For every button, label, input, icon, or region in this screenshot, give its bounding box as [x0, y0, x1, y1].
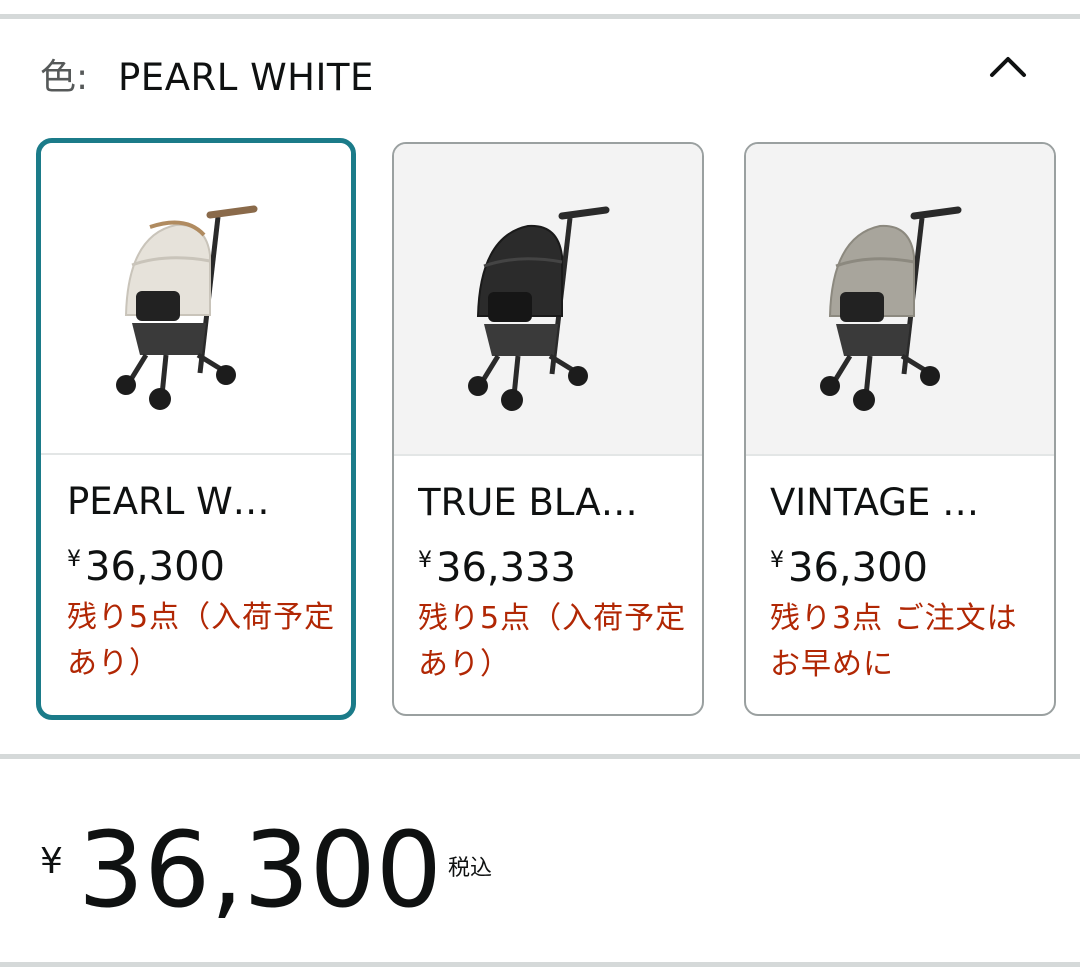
tax-included-note: 税込 [448, 856, 493, 881]
chevron-up-icon [990, 57, 1026, 77]
top-divider [0, 14, 1080, 19]
swatch-price-value: 36,333 [436, 545, 576, 591]
swatch-image-area [746, 144, 1054, 456]
swatch-name: TRUE BLA… [418, 481, 638, 524]
swatch-name: PEARL W… [67, 480, 270, 523]
swatch-name: VINTAGE … [770, 481, 980, 524]
color-swatch-vintage[interactable]: VINTAGE … ¥36,300 残り3点 ご注文はお早めに [744, 142, 1056, 716]
swatch-stock-status: 残り5点（入荷予定あり） [418, 601, 687, 682]
stroller-image [820, 206, 962, 411]
color-swatch-pearl-white[interactable]: PEARL W… ¥36,300 残り5点（入荷予定あり） [36, 138, 356, 720]
swatch-image-area [394, 144, 702, 456]
swatch-price: ¥36,333 [418, 536, 576, 593]
color-swatch-true-black[interactable]: TRUE BLA… ¥36,333 残り5点（入荷予定あり） [392, 142, 704, 716]
swatch-price: ¥36,300 [67, 535, 225, 592]
currency-symbol: ¥ [418, 548, 432, 573]
price-amount: 36,300 [78, 809, 442, 931]
stroller-image [468, 206, 610, 411]
swatch-price: ¥36,300 [770, 536, 928, 593]
section-divider [0, 754, 1080, 759]
collapse-button[interactable] [980, 44, 1036, 92]
swatch-image-area [41, 143, 351, 455]
bottom-divider [0, 962, 1080, 967]
price-currency-symbol: ¥ [40, 841, 63, 882]
swatch-price-value: 36,300 [788, 545, 928, 591]
selected-color-value: PEARL WHITE [118, 56, 374, 99]
swatch-stock-status: 残り3点 ご注文はお早めに [770, 601, 1018, 682]
currency-symbol: ¥ [770, 548, 784, 573]
color-label: 色: [40, 57, 89, 98]
currency-symbol: ¥ [67, 547, 81, 572]
swatch-price-value: 36,300 [85, 544, 225, 590]
stroller-image [116, 205, 258, 410]
swatch-stock-status: 残り5点（入荷予定あり） [67, 600, 336, 681]
